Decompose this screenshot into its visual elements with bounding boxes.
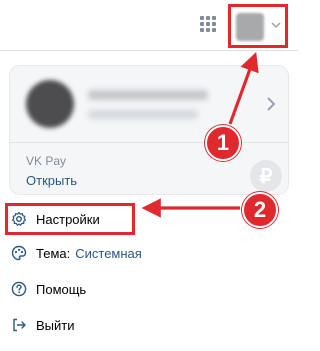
account-card: VK Pay Открыть ₽ [10,66,288,194]
ruble-icon: ₽ [250,160,282,192]
step-1-badge: 1 [205,125,241,161]
profile-avatar [26,80,74,128]
profile-name-blurred [88,90,208,100]
palette-icon [10,244,28,262]
menu-item-theme[interactable]: Тема: Системная [10,238,142,268]
chevron-right-icon [267,97,276,111]
menu-item-label: Помощь [36,281,87,297]
menu-item-label: Выйти [36,317,75,333]
grid-icon[interactable] [200,16,216,32]
menu-item-logout[interactable]: Выйти [10,310,75,340]
profile-menu-button[interactable] [228,4,288,48]
menu-item-label: Настройки [36,211,100,227]
theme-value[interactable]: Системная [75,246,142,261]
menu-item-help[interactable]: Помощь [10,274,86,304]
help-icon [10,280,28,298]
avatar [236,13,264,41]
top-bar [0,0,298,51]
logout-icon [10,316,28,334]
menu-item-settings[interactable]: Настройки [10,204,100,234]
step-2-badge: 2 [242,192,278,228]
gear-icon [10,210,28,228]
vkpay-open-link[interactable]: Открыть [26,173,77,188]
chevron-down-icon [271,22,281,29]
menu-item-label: Тема: [36,245,71,261]
profile-row[interactable] [10,66,288,143]
profile-link-blurred [88,110,198,119]
vkpay-label: VK Pay [26,154,67,168]
